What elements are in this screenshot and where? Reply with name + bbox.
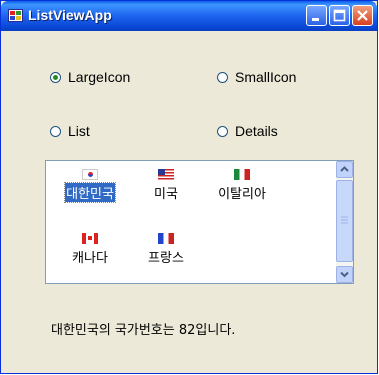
app-icon[interactable] bbox=[8, 9, 23, 22]
radio-indicator[interactable] bbox=[50, 125, 61, 137]
window-title: ListViewApp bbox=[28, 7, 112, 23]
grip-icon bbox=[341, 216, 348, 224]
usa-flag-icon bbox=[158, 169, 174, 180]
chevron-up-icon bbox=[340, 166, 349, 172]
radio-label: List bbox=[68, 123, 90, 139]
scroll-down-button[interactable] bbox=[336, 266, 353, 283]
radio-indicator[interactable] bbox=[217, 125, 228, 137]
list-item-label: 이탈리아 bbox=[218, 187, 266, 202]
country-code-label: 대한민국의 국가번호는 82입니다. bbox=[51, 323, 236, 338]
main-window: ListViewApp LargeIcon SmallIcon List Det… bbox=[0, 0, 378, 374]
minimize-icon bbox=[312, 18, 319, 21]
chevron-down-icon bbox=[340, 271, 349, 278]
list-item-label: 캐나다 bbox=[72, 251, 108, 266]
korea-flag-icon bbox=[82, 169, 98, 180]
list-item[interactable]: 캐나다 bbox=[52, 233, 128, 266]
radio-indicator[interactable] bbox=[50, 71, 61, 83]
list-item-label: 대한민국 bbox=[64, 182, 116, 203]
maximize-button[interactable] bbox=[329, 5, 350, 26]
maximize-icon bbox=[333, 9, 346, 22]
france-flag-icon bbox=[158, 233, 174, 244]
scroll-up-button[interactable] bbox=[336, 161, 353, 178]
list-item-label: 프랑스 bbox=[148, 251, 184, 266]
close-icon bbox=[357, 10, 368, 21]
list-item[interactable]: 대한민국 bbox=[52, 169, 128, 203]
radio-details[interactable]: Details bbox=[217, 123, 278, 139]
list-item[interactable]: 이탈리아 bbox=[204, 169, 280, 202]
radio-label: SmallIcon bbox=[235, 69, 297, 85]
scroll-thumb[interactable] bbox=[336, 180, 353, 262]
radio-small-icon[interactable]: SmallIcon bbox=[217, 69, 296, 85]
radio-list[interactable]: List bbox=[50, 123, 90, 139]
radio-large-icon[interactable]: LargeIcon bbox=[50, 69, 130, 85]
minimize-button[interactable] bbox=[306, 5, 327, 26]
vertical-scrollbar[interactable] bbox=[336, 161, 353, 283]
list-item[interactable]: 프랑스 bbox=[128, 233, 204, 266]
radio-label: LargeIcon bbox=[68, 69, 131, 85]
list-item[interactable]: 미국 bbox=[128, 169, 204, 202]
title-bar[interactable]: ListViewApp bbox=[1, 1, 377, 31]
italy-flag-icon bbox=[234, 169, 250, 180]
radio-label: Details bbox=[235, 123, 278, 139]
radio-indicator[interactable] bbox=[217, 71, 228, 83]
country-list-view[interactable]: 대한민국 미국 이탈리아 캐나다 프랑스 bbox=[45, 160, 354, 284]
list-item-label: 미국 bbox=[154, 187, 178, 202]
canada-flag-icon bbox=[82, 233, 98, 244]
close-button[interactable] bbox=[352, 5, 373, 26]
